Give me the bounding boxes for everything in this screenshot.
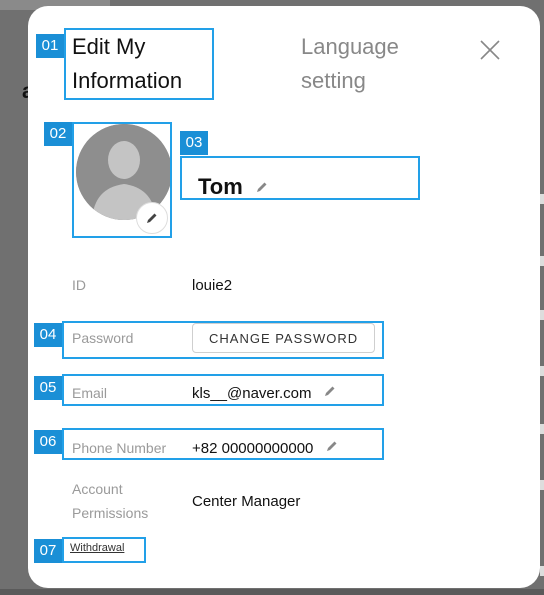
close-button[interactable] — [476, 36, 504, 64]
id-row: ID louie2 — [72, 270, 232, 300]
close-icon — [480, 40, 500, 60]
background-scroll-mark — [540, 310, 544, 320]
annotation-tag-04: 04 — [34, 323, 62, 347]
annotation-tag-07: 07 — [34, 539, 62, 563]
annotation-tag-03: 03 — [180, 131, 208, 155]
permissions-label-line2: Permissions — [72, 505, 149, 521]
background-scroll-mark — [540, 480, 544, 490]
tab-lang-label-line1: Language — [301, 34, 399, 59]
annotation-box-06 — [62, 428, 384, 460]
annotation-tag-02: 02 — [44, 122, 72, 146]
annotation-box-01 — [64, 28, 214, 100]
background-scroll-mark — [540, 566, 544, 576]
permissions-row: Account Permissions Center Manager — [72, 476, 300, 526]
background-footer — [0, 589, 544, 595]
background-scroll-mark — [540, 424, 544, 434]
tab-language-setting[interactable]: Language setting — [301, 30, 441, 98]
annotation-box-02 — [72, 122, 172, 238]
background-scroll-mark — [540, 256, 544, 266]
id-value: louie2 — [192, 276, 233, 294]
annotation-tag-01: 01 — [36, 34, 64, 58]
annotation-box-03 — [180, 156, 420, 200]
permissions-label: Account Permissions — [72, 477, 192, 525]
background-scroll-mark — [540, 194, 544, 204]
annotation-box-04 — [62, 321, 384, 359]
tab-lang-label-line2: setting — [301, 68, 366, 93]
background-scroll-mark — [540, 366, 544, 376]
annotation-box-05 — [62, 374, 384, 406]
annotation-box-07 — [62, 537, 146, 563]
annotation-tag-05: 05 — [34, 376, 62, 400]
id-label: ID — [72, 277, 86, 293]
permissions-label-line1: Account — [72, 481, 123, 497]
annotation-tag-06: 06 — [34, 430, 62, 454]
permissions-value: Center Manager — [192, 492, 301, 510]
